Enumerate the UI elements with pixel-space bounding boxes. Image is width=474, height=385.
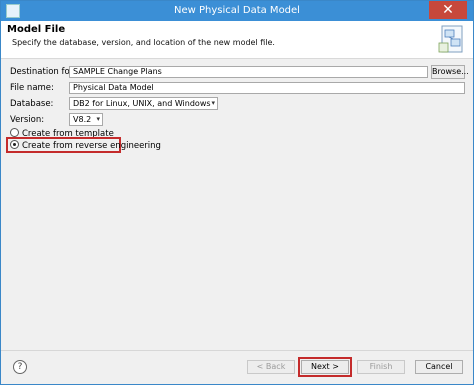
file-name-field[interactable]: Physical Data Model — [69, 82, 465, 94]
version-select[interactable]: V8.2 ▾ — [69, 113, 103, 126]
create-from-reverse-engineering-radio[interactable]: Create from reverse engineering — [10, 140, 161, 151]
chevron-down-icon: ▾ — [211, 99, 215, 107]
database-select-value: DB2 for Linux, UNIX, and Windows — [73, 99, 211, 108]
radio-unchecked-icon — [10, 128, 19, 137]
create-from-reverse-engineering-label: Create from reverse engineering — [22, 141, 161, 151]
browse-button[interactable]: Browse... — [431, 65, 469, 79]
database-select[interactable]: DB2 for Linux, UNIX, and Windows ▾ — [69, 97, 218, 110]
data-model-banner-icon — [438, 25, 463, 53]
radio-checked-icon — [10, 140, 19, 149]
window-title: New Physical Data Model — [174, 5, 300, 16]
version-label: Version: — [10, 115, 45, 125]
wizard-window: New Physical Data Model ✕ Model File Spe… — [0, 0, 474, 385]
file-name-label: File name: — [10, 83, 54, 93]
database-label: Database: — [10, 99, 54, 109]
back-button[interactable]: < Back — [247, 360, 295, 374]
page-title: Model File — [7, 24, 66, 35]
page-description: Specify the database, version, and locat… — [12, 38, 275, 47]
next-button[interactable]: Next > — [301, 360, 349, 374]
destination-folder-field[interactable]: SAMPLE Change Plans — [69, 66, 428, 78]
cancel-button[interactable]: Cancel — [415, 360, 463, 374]
help-icon[interactable]: ? — [13, 360, 27, 374]
title-bar: New Physical Data Model ✕ — [1, 1, 473, 21]
chevron-down-icon: ▾ — [96, 115, 100, 123]
footer-divider — [1, 350, 473, 351]
wizard-header: Model File Specify the database, version… — [1, 21, 473, 59]
close-icon[interactable]: ✕ — [429, 1, 467, 19]
finish-button[interactable]: Finish — [357, 360, 405, 374]
version-select-value: V8.2 — [73, 115, 92, 124]
